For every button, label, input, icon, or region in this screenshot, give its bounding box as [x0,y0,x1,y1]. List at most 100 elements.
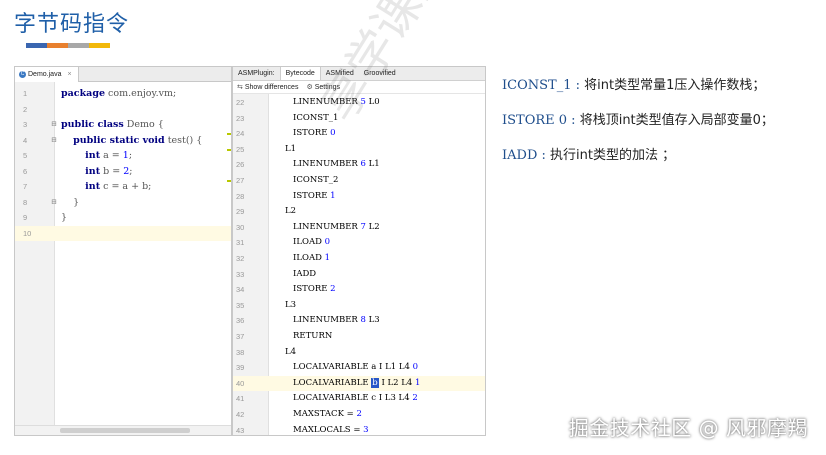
bytecode-line: 37 RETURN [233,329,485,345]
line-number: 30 [236,222,245,232]
show-differences-button[interactable]: ⇆ Show differences [237,83,298,91]
line-number: 33 [236,269,245,279]
line-number: 3 [23,120,28,129]
line-number: 40 [236,378,245,388]
bytecode-text: L3 [285,299,297,310]
asm-tab[interactable]: Bytecode [279,67,321,80]
code-line: 5 int a = 1; [15,148,231,164]
bytecode-line: 22 LINENUMBER 5 L0 [233,95,485,111]
code-text: int b = 2; [85,165,133,177]
bytecode-text: RETURN [293,331,333,341]
bytecode-view[interactable]: 22 LINENUMBER 5 L0 23 ICONST_1 24 ISTORE 0 25 L… [233,94,485,435]
bytecode-text: LINENUMBER 5 L0 [293,97,380,107]
fold-icon[interactable]: ⊟ [51,133,57,149]
line-number: 5 [23,151,28,160]
bytecode-text: LINENUMBER 8 L3 [293,315,380,326]
bytecode-line: 39 LOCALVARIABLE a I L1 L4 0 [233,360,485,376]
bytecode-text: LINENUMBER 7 L2 [293,221,380,232]
line-number: 25 [236,144,245,154]
bytecode-text: ICONST_1 [293,112,339,123]
bytecode-line: 29 L2 [233,204,485,220]
bytecode-line: 41 LOCALVARIABLE c I L3 L4 2 [233,391,485,407]
asm-tab[interactable]: Groovified [359,67,401,80]
asm-bytecode-panel: ASMPlugin: Bytecode ASMified Groovified ⇆ Sh… [232,66,486,436]
bytecode-line: 24 ISTORE 0 [233,126,485,142]
tab-demo-java[interactable]: C Demo.java × [15,67,79,82]
code-text: int a = 1; [85,150,133,161]
code-text: public class Demo { [61,119,164,130]
footer-credit: 掘金技术社区 @ 风邪摩羯 [568,416,808,440]
bytecode-line: 25 L1 [233,142,485,158]
line-number: 26 [236,160,245,170]
code-text: } [61,212,68,223]
bytecode-line: 23 ICONST_1 [233,111,485,127]
scrollbar-thumb[interactable] [60,428,190,433]
asm-toolbar: ⇆ Show differences ⚙ Settings [233,81,485,94]
instruction-note: IADD : 执行int类型的加法 ； [502,148,676,163]
bytecode-line: 38 L4 [233,345,485,361]
bytecode-text: L1 [285,143,297,154]
accent-swatch [26,43,47,48]
bytecode-text: L4 [285,346,297,357]
bytecode-text: LOCALVARIABLE c I L3 L4 2 [293,393,418,404]
line-number: 36 [236,316,245,326]
text-cursor-selection: b [371,377,379,388]
bytecode-line: 28 ISTORE 1 [233,189,485,205]
fold-icon[interactable]: ⊟ [51,195,57,211]
gear-icon: ⚙ [306,84,313,91]
java-class-icon: C [19,70,26,78]
line-number: 29 [236,207,245,217]
horizontal-scrollbar[interactable] [15,425,231,435]
line-number: 31 [236,238,245,248]
instruction-note: ISTORE 0 : 将栈顶int类型值存入局部变量0； [502,113,774,128]
bytecode-line: 34 ISTORE 2 [233,282,485,298]
code-line: 2 [15,102,231,118]
code-line: 7 int c = a + b; [15,179,231,195]
bytecode-line: 27 ICONST_2 [233,173,485,189]
code-editor[interactable]: 1 package com.enjoy.vm; 2 3 public class Dem… [15,82,231,425]
code-text: int c = a + b; [85,181,152,192]
line-number: 10 [23,228,32,238]
line-number: 43 [236,425,245,435]
line-number: 7 [23,182,28,191]
asm-tab[interactable]: ASMified [321,67,359,80]
line-number: 4 [23,135,28,145]
bytecode-line: 40 LOCALVARIABLE b I L2 L4 1 [233,375,485,392]
bytecode-line: 26 LINENUMBER 6 L1 [233,157,485,173]
code-line: 4 public static void test() {⊟ [15,133,231,149]
bytecode-line: 35 L3 [233,298,485,314]
line-number: 41 [236,394,245,404]
line-number: 23 [236,113,245,123]
bytecode-text: L2 [285,206,297,217]
bytecode-line: 30 LINENUMBER 7 L2 [233,220,485,236]
bytecode-line: 42 MAXSTACK = 2 [233,407,485,423]
accent-swatch [47,43,68,48]
code-line: 8 } ⊟ [15,195,231,211]
instruction-note: ICONST_1 : 将int类型常量1压入操作数栈； [502,78,766,93]
line-number: 37 [236,332,245,341]
accent-swatch [68,43,89,48]
fold-icon[interactable]: ⊟ [51,117,57,133]
close-icon[interactable]: × [67,67,71,82]
bytecode-text: LINENUMBER 6 L1 [293,159,380,170]
line-number: 34 [236,285,245,295]
bytecode-text: ILOAD 1 [293,253,331,263]
line-number: 28 [236,191,245,201]
java-editor-panel: C Demo.java × 1 package com.enjoy.vm; 2 3 pu… [14,66,232,436]
line-number: 1 [23,89,28,98]
bytecode-line: 31 ILOAD 0 [233,235,485,251]
bytecode-line: 36 LINENUMBER 8 L3 [233,313,485,329]
line-number: 38 [236,347,245,357]
bytecode-text: LOCALVARIABLE b I L2 L4 1 [293,377,421,388]
bytecode-line: 32 ILOAD 1 [233,251,485,267]
line-number: 8 [23,197,28,207]
line-number: 42 [236,410,245,419]
bytecode-text: ILOAD 0 [293,237,331,248]
line-number: 39 [236,363,245,373]
accent-swatch [89,43,110,48]
code-line: 9} [15,210,231,226]
slide-title: 字节码指令 [14,12,130,37]
settings-button[interactable]: ⚙ Settings [306,83,340,91]
accent-color-bar [26,43,110,48]
code-line: 10 [15,225,231,241]
